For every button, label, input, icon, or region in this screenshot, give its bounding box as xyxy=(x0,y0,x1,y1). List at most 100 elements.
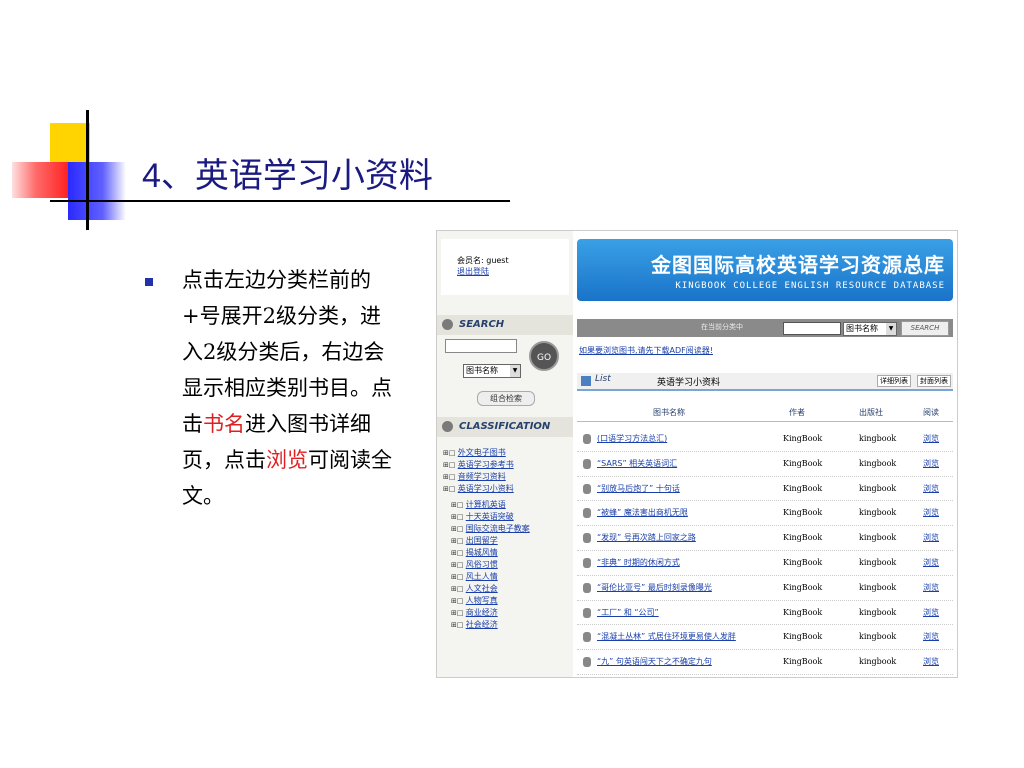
browse-link[interactable]: 浏览 xyxy=(923,452,939,476)
book-publisher: kingbook xyxy=(859,483,897,493)
classification-subitem-label[interactable]: 出国留学 xyxy=(466,536,498,545)
browse-link[interactable]: 浏览 xyxy=(923,601,939,625)
browse-link[interactable]: 浏览 xyxy=(923,551,939,575)
classification-subitem-label[interactable]: 计算机英语 xyxy=(466,500,506,509)
classification-subitem-label[interactable]: 十天英语突破 xyxy=(466,512,514,521)
expand-icon[interactable]: ⊞□ xyxy=(443,449,458,457)
book-title-link[interactable]: “混凝土丛林” 式居住环境更易使人发胖 xyxy=(597,625,736,649)
combo-search-button[interactable]: 组合检索 xyxy=(477,391,535,406)
decor-blue-square xyxy=(68,162,126,220)
book-title-link[interactable]: “发现” 号再次踏上回家之路 xyxy=(597,526,696,550)
expand-icon[interactable]: ⊞□ xyxy=(451,513,466,521)
body-text: 点击左边分类栏前的+号展开2级分类，进入2级分类后，右边会显示相应类别书目。点击… xyxy=(182,262,392,514)
expand-icon[interactable]: ⊞□ xyxy=(451,573,466,581)
classification-subitem[interactable]: ⊞□ 国际交流电子教案 xyxy=(443,523,571,535)
category-search-input[interactable] xyxy=(783,322,841,335)
book-table: (口语学习方法总汇) KingBook kingbook 浏览 “SARS” 相关英语词… xyxy=(577,427,953,675)
category-search-button[interactable]: SEARCH xyxy=(901,321,949,336)
classification-subitem[interactable]: ⊞□ 人文社会 xyxy=(443,583,571,595)
classification-subitem-label[interactable]: 人物写真 xyxy=(466,596,498,605)
classification-item[interactable]: ⊞□ 音频学习资料 xyxy=(443,471,571,483)
expand-icon[interactable]: ⊞□ xyxy=(451,597,466,605)
expand-icon[interactable]: ⊞□ xyxy=(451,621,466,629)
book-icon xyxy=(583,533,591,544)
book-title-link[interactable]: “被蜂” 魔法害出商机无限 xyxy=(597,501,688,525)
browse-link[interactable]: 浏览 xyxy=(923,477,939,501)
body-red-1: 书名 xyxy=(203,412,245,436)
table-row: “工厂” 和 “公司” KingBook kingbook 浏览 xyxy=(577,601,953,626)
book-author: KingBook xyxy=(783,607,823,617)
expand-icon[interactable]: ⊞□ xyxy=(451,561,466,569)
expand-icon[interactable]: ⊞□ xyxy=(451,525,466,533)
expand-icon[interactable]: ⊞□ xyxy=(451,549,466,557)
expand-icon[interactable]: ⊞□ xyxy=(443,461,458,469)
classification-icon xyxy=(442,421,453,432)
classification-subitem[interactable]: ⊞□ 商业经济 xyxy=(443,607,571,619)
book-title-link[interactable]: (口语学习方法总汇) xyxy=(597,427,667,451)
expand-icon[interactable]: ⊞□ xyxy=(451,609,466,617)
expand-icon[interactable]: ⊞□ xyxy=(443,473,458,481)
browse-link[interactable]: 浏览 xyxy=(923,625,939,649)
col-publisher: 出版社 xyxy=(859,408,883,417)
expand-icon[interactable]: ⊞□ xyxy=(451,537,466,545)
detail-list-button[interactable]: 详细列表 xyxy=(877,375,911,387)
classification-subitem-label[interactable]: 揭城风情 xyxy=(466,548,498,557)
cover-list-button[interactable]: 封面列表 xyxy=(917,375,951,387)
book-author: KingBook xyxy=(783,483,823,493)
pdf-reader-notice[interactable]: 如果要浏览图书,请先下载ADF阅读器! xyxy=(579,345,713,356)
browse-link[interactable]: 浏览 xyxy=(923,650,939,674)
classification-item-label[interactable]: 英语学习小资料 xyxy=(458,484,514,493)
browse-link[interactable]: 浏览 xyxy=(923,501,939,525)
search-heading-label: SEARCH xyxy=(459,319,505,330)
book-title-link[interactable]: “非典” 时期的休闲方式 xyxy=(597,551,680,575)
body-part-1: 点击左边分类栏前的+号展开2级分类，进入2级分类后，右边会显示相应类别书目。点击 xyxy=(182,268,392,436)
browse-link[interactable]: 浏览 xyxy=(923,427,939,451)
classification-subitem[interactable]: ⊞□ 人物写真 xyxy=(443,595,571,607)
classification-subitem[interactable]: ⊞□ 风俗习惯 xyxy=(443,559,571,571)
classification-item-label[interactable]: 音频学习资料 xyxy=(458,472,506,481)
classification-subitem-label[interactable]: 风土人情 xyxy=(466,572,498,581)
current-category: 英语学习小资料 xyxy=(657,378,721,388)
slide-title: 4、英语学习小资料 xyxy=(142,148,433,197)
book-title-link[interactable]: “九” 句英语闯天下之不确定九句 xyxy=(597,650,712,674)
browse-link[interactable]: 浏览 xyxy=(923,526,939,550)
expand-icon[interactable]: ⊞□ xyxy=(443,485,458,493)
classification-item[interactable]: ⊞□ 英语学习参考书 xyxy=(443,459,571,471)
classification-item[interactable]: ⊞□ 英语学习小资料 xyxy=(443,483,571,495)
expand-icon[interactable]: ⊞□ xyxy=(451,501,466,509)
classification-subitem[interactable]: ⊞□ 社会经济 xyxy=(443,619,571,631)
classification-subitem-label[interactable]: 风俗习惯 xyxy=(466,560,498,569)
table-row: “混凝土丛林” 式居住环境更易使人发胖 KingBook kingbook 浏览 xyxy=(577,625,953,651)
classification-item[interactable]: ⊞□ 外文电子图书 xyxy=(443,447,571,459)
book-title-link[interactable]: “哥伦比亚号” 最后时刻录像曝光 xyxy=(597,576,712,600)
classification-subitem-label[interactable]: 国际交流电子教案 xyxy=(466,524,530,533)
logout-link[interactable]: 退出登陆 xyxy=(457,267,489,276)
book-icon xyxy=(583,557,591,568)
table-row: “非典” 时期的休闲方式 KingBook kingbook 浏览 xyxy=(577,551,953,576)
left-pane: 会员名: guest 退出登陆 SEARCH GO 图书名称 ▼ 组合检索 CLA… xyxy=(437,231,573,677)
classification-subitem[interactable]: ⊞□ 出国留学 xyxy=(443,535,571,547)
classification-subitem-label[interactable]: 人文社会 xyxy=(466,584,498,593)
category-search-bar: 在当前分类中 图书名称 ▼ SEARCH xyxy=(577,319,953,337)
classification-item-label[interactable]: 外文电子图书 xyxy=(458,448,506,457)
classification-subitem[interactable]: ⊞□ 计算机英语 xyxy=(443,499,571,511)
classification-subitem-label[interactable]: 社会经济 xyxy=(466,620,498,629)
classification-subitem-label[interactable]: 商业经济 xyxy=(466,608,498,617)
classification-subitem[interactable]: ⊞□ 十天英语突破 xyxy=(443,511,571,523)
category-field-select[interactable]: 图书名称 ▼ xyxy=(843,322,897,336)
classification-subitem[interactable]: ⊞□ 风土人情 xyxy=(443,571,571,583)
book-publisher: kingbook xyxy=(859,508,897,518)
classification-item-label[interactable]: 英语学习参考书 xyxy=(458,460,514,469)
search-field-select[interactable]: 图书名称 ▼ xyxy=(463,364,521,378)
browse-link[interactable]: 浏览 xyxy=(923,576,939,600)
book-title-link[interactable]: “别放马后炮了” 十句话 xyxy=(597,477,680,501)
book-title-link[interactable]: “工厂” 和 “公司” xyxy=(597,601,659,625)
category-field-select-label: 图书名称 xyxy=(846,324,878,333)
classification-subitem[interactable]: ⊞□ 揭城风情 xyxy=(443,547,571,559)
decor-red-square xyxy=(12,162,72,198)
book-title-link[interactable]: “SARS” 相关英语词汇 xyxy=(597,452,677,476)
expand-icon[interactable]: ⊞□ xyxy=(451,585,466,593)
go-button[interactable]: GO xyxy=(529,341,559,371)
book-author: KingBook xyxy=(783,533,823,543)
search-input[interactable] xyxy=(445,339,517,353)
